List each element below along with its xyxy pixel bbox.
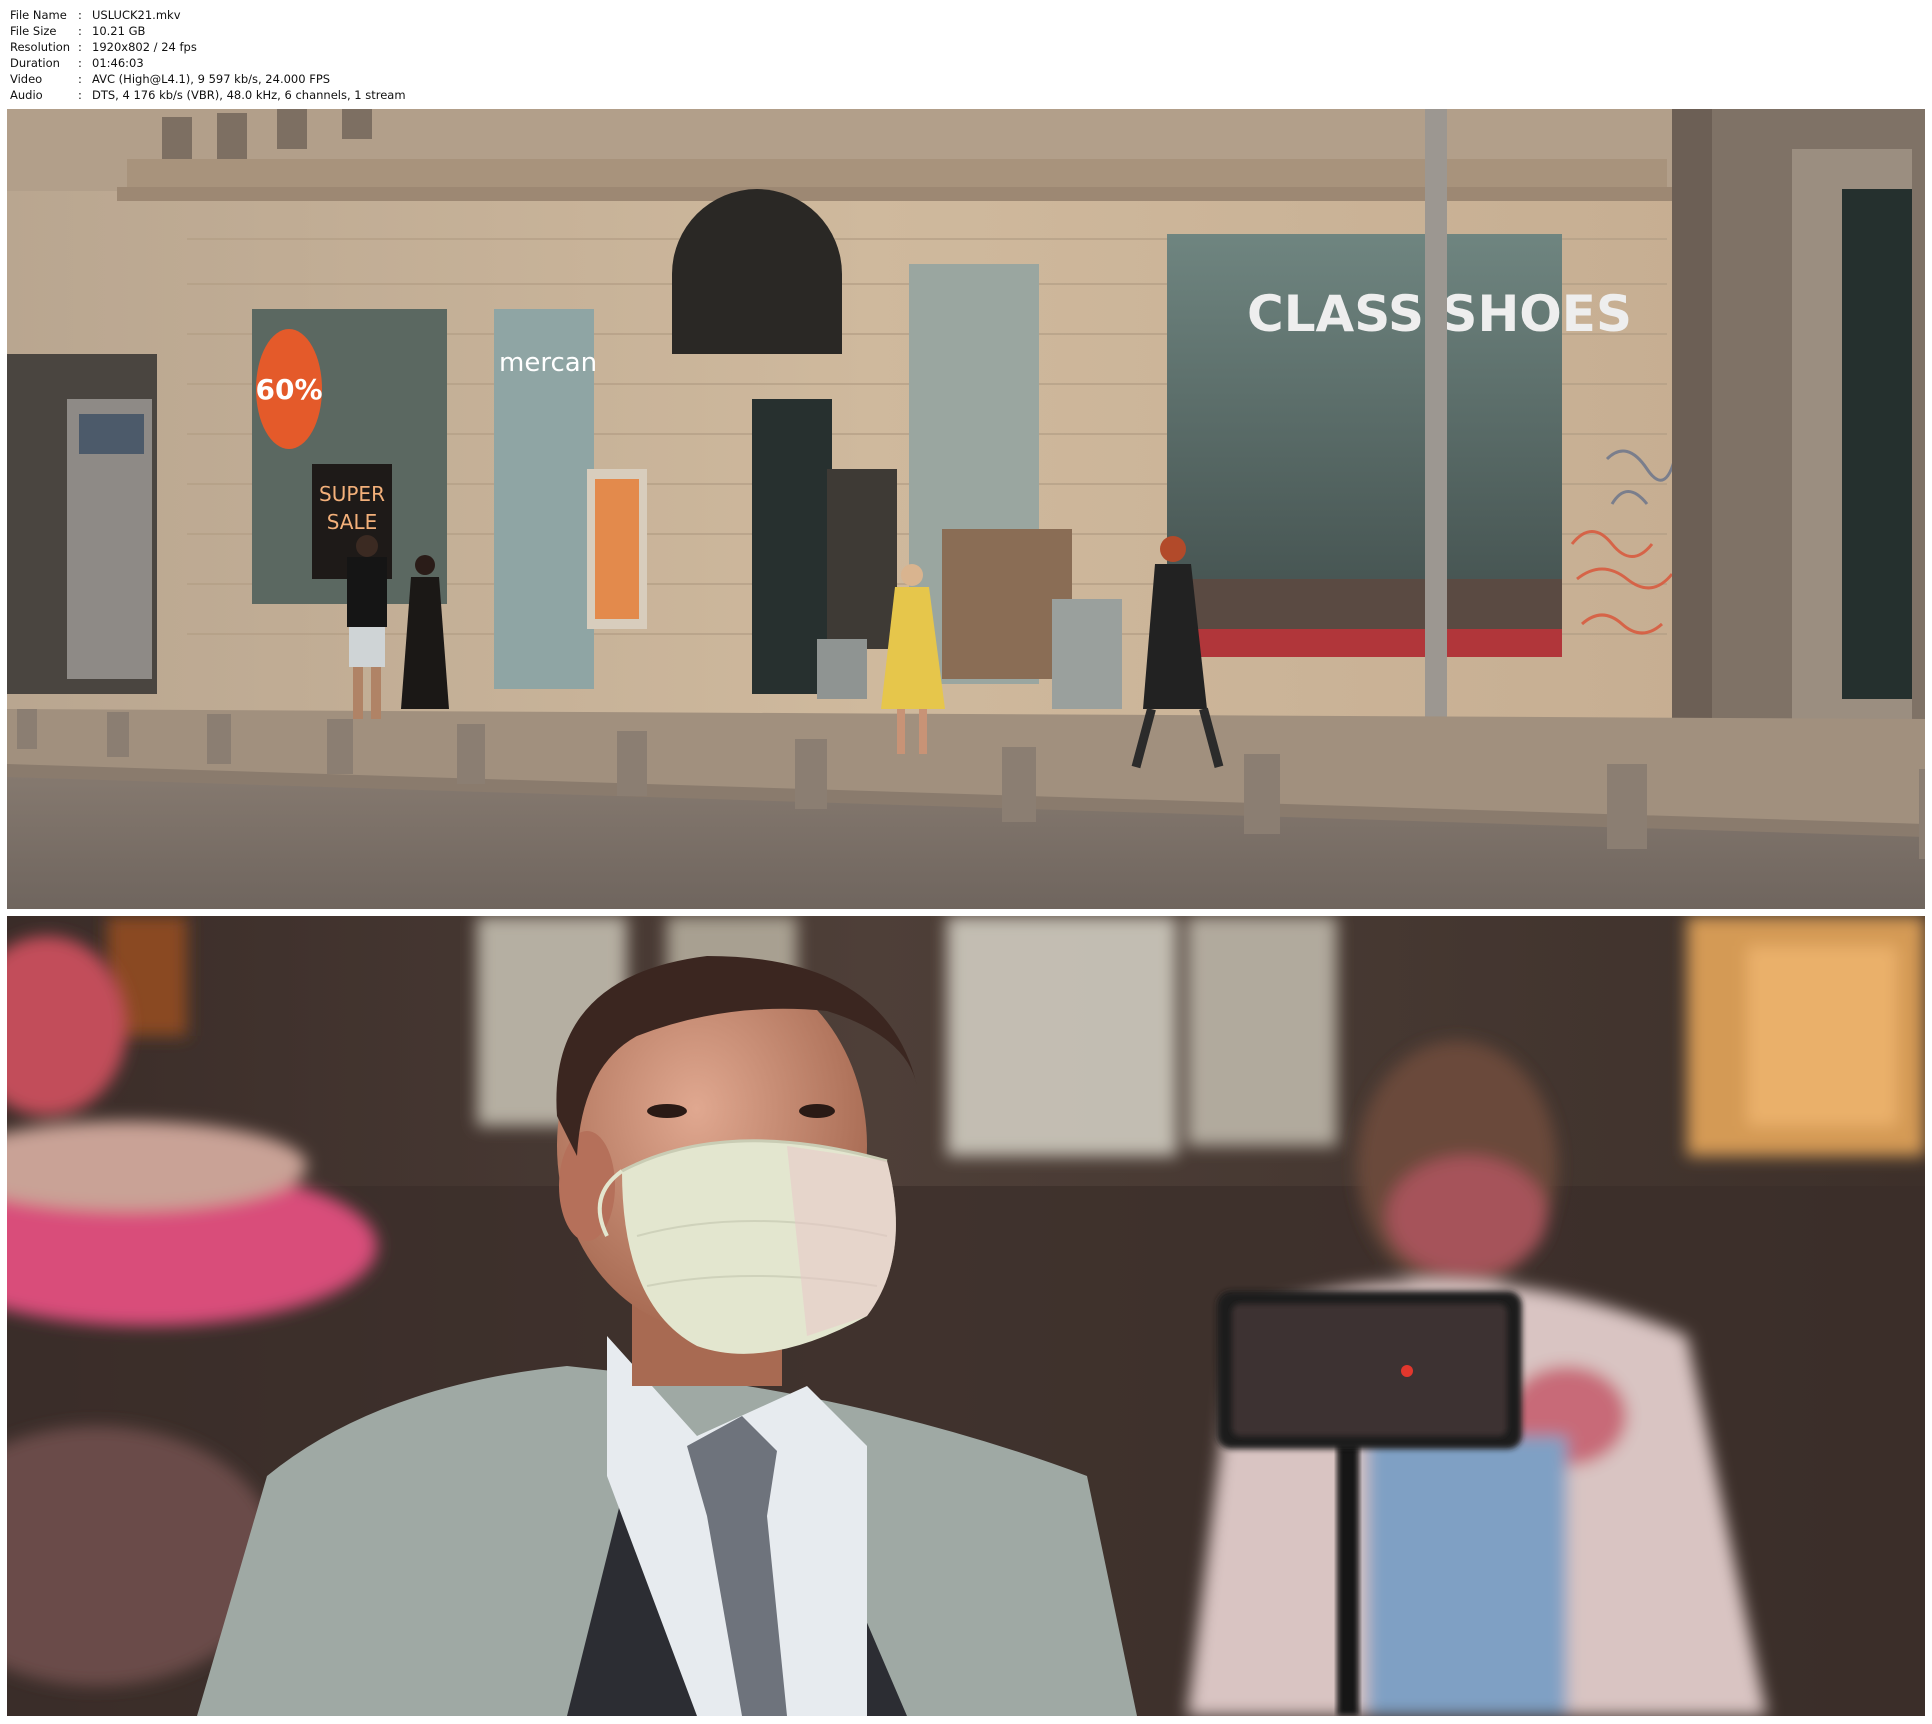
file-info-value: 1920x802 / 24 fps: [92, 40, 197, 54]
video-frame-street: 60% SUPER SALE mercan CLASS SHOES: [7, 109, 1925, 909]
brand-sign: mercan: [499, 348, 597, 378]
file-info-value: USLUCK21.mkv: [92, 8, 181, 22]
sale-text-2: SALE: [327, 510, 378, 534]
file-info-value: 01:46:03: [92, 56, 144, 70]
file-info-row: Resolution : 1920x802 / 24 fps: [10, 40, 197, 54]
file-info-key: File Size: [10, 24, 57, 38]
file-info-key: Video: [10, 72, 43, 86]
file-info-value: DTS, 4 176 kb/s (VBR), 48.0 kHz, 6 chann…: [92, 88, 406, 102]
file-info-row: Audio : DTS, 4 176 kb/s (VBR), 48.0 kHz,…: [10, 88, 406, 102]
portrait-scene: [7, 916, 1925, 1716]
file-info-row: File Name : USLUCK21.mkv: [10, 8, 181, 22]
file-info-value: 10.21 GB: [92, 24, 146, 38]
file-info-key: Resolution: [10, 40, 71, 54]
video-frame-portrait: [7, 916, 1925, 1716]
file-info-row: Video : AVC (High@L4.1), 9 597 kb/s, 24.…: [10, 72, 331, 86]
sale-text-1: SUPER: [319, 482, 385, 506]
file-info-row: Duration : 01:46:03: [10, 56, 144, 70]
file-info-key: Audio: [10, 88, 43, 102]
file-info-value: AVC (High@L4.1), 9 597 kb/s, 24.000 FPS: [92, 72, 331, 86]
file-info-key: File Name: [10, 8, 67, 22]
file-info-key: Duration: [10, 56, 60, 70]
file-info-row: File Size : 10.21 GB: [10, 24, 146, 38]
file-info-panel: File Name : USLUCK21.mkv File Size : 10.…: [10, 7, 406, 103]
street-scene: 60% SUPER SALE mercan CLASS SHOES: [7, 109, 1925, 909]
promo-badge-text: 60%: [255, 373, 322, 406]
